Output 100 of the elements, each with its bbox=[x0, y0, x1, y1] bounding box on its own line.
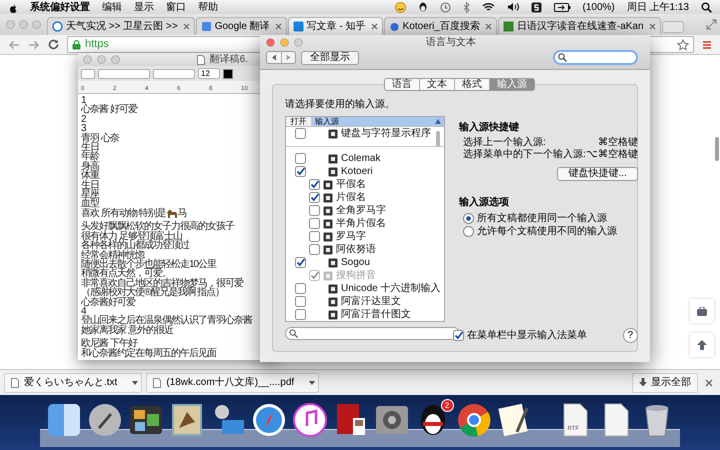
text-line: 青羽 心奈 bbox=[81, 134, 120, 144]
text-color-swatch[interactable] bbox=[223, 68, 233, 78]
menu-item[interactable]: 编辑 bbox=[102, 0, 122, 14]
close-icon[interactable] bbox=[648, 23, 656, 30]
list-item[interactable]: 键盘与字符显示程序 bbox=[286, 127, 444, 140]
volume-icon[interactable] bbox=[506, 2, 518, 12]
radio-button[interactable] bbox=[463, 213, 474, 224]
document-icon bbox=[196, 54, 205, 64]
text-line: 4 bbox=[81, 306, 86, 316]
section-title: 输入源选项 bbox=[458, 196, 510, 210]
column-header[interactable]: 打开 bbox=[286, 117, 312, 126]
checkbox-option[interactable]: 在菜单栏中显示输入法菜单 ? bbox=[453, 328, 638, 343]
browser-icon[interactable] bbox=[456, 402, 492, 438]
radio-button[interactable] bbox=[463, 226, 474, 237]
checkbox[interactable] bbox=[295, 296, 306, 307]
browser-tab[interactable]: 写文章 - 知乎 bbox=[288, 17, 383, 35]
back-to-top-button[interactable] bbox=[690, 333, 714, 357]
list-item[interactable]: 阿依努语 bbox=[286, 243, 444, 256]
text-line: 体重 bbox=[81, 171, 100, 181]
browser-tab[interactable]: Google 翻译 bbox=[196, 17, 287, 35]
close-icon[interactable] bbox=[484, 23, 492, 30]
search-field[interactable] bbox=[553, 50, 638, 65]
close-icon[interactable] bbox=[182, 23, 190, 30]
input-method-icon[interactable] bbox=[530, 2, 542, 12]
download-item[interactable]: 爱くらいちゃんと.txt bbox=[4, 372, 142, 392]
checkbox[interactable] bbox=[295, 153, 306, 164]
checkbox[interactable] bbox=[309, 218, 320, 229]
download-item[interactable]: (18wk.com十八文库)__....pdf bbox=[146, 372, 320, 392]
bookmark-star-icon[interactable] bbox=[677, 38, 689, 50]
scrollbar-thumb[interactable] bbox=[436, 131, 440, 147]
radio-option[interactable]: 所有文稿都使用同一个输入源 bbox=[453, 212, 638, 225]
checkbox[interactable] bbox=[309, 244, 320, 255]
list-item[interactable]: 罗马字 bbox=[286, 230, 444, 243]
list-item[interactable]: 阿富汗达里文 bbox=[286, 295, 444, 308]
menu-item[interactable]: 窗口 bbox=[166, 0, 186, 14]
list-item[interactable]: 片假名 bbox=[286, 191, 444, 204]
list-item[interactable]: 阿富汗普什图文 bbox=[286, 308, 444, 321]
wifi-icon[interactable] bbox=[482, 2, 494, 12]
checkbox[interactable] bbox=[309, 205, 320, 216]
music-note-icon[interactable] bbox=[292, 402, 328, 438]
browser-tab[interactable]: Kotoeri_百度搜索 bbox=[384, 17, 497, 35]
radio-option[interactable]: 允许每个文稿使用不同的输入源 bbox=[453, 225, 638, 238]
list-item[interactable]: Unicode 十六进制输入 bbox=[286, 282, 444, 295]
list-item[interactable]: 平假名 bbox=[286, 178, 444, 191]
keyboard-shortcuts-button[interactable]: 键盘快捷键... bbox=[557, 167, 638, 181]
checkbox[interactable] bbox=[295, 166, 306, 177]
close-icon[interactable] bbox=[705, 378, 713, 386]
shortcut-label: 选择上一个输入源: bbox=[463, 137, 546, 148]
checkbox[interactable] bbox=[309, 231, 320, 242]
back-forward-control[interactable] bbox=[266, 51, 296, 64]
text-line: 她家离我家 意外的很近 bbox=[81, 326, 174, 336]
briefcase-button[interactable] bbox=[690, 299, 714, 323]
search-icon[interactable] bbox=[701, 2, 712, 12]
column-header[interactable]: 输入源 bbox=[312, 117, 444, 126]
text-line: 各种各样的山都成功登顶过 bbox=[81, 241, 190, 250]
list-item[interactable]: Kotoeri bbox=[286, 165, 444, 178]
list-item[interactable]: 半角片假名 bbox=[286, 217, 444, 230]
menu-item[interactable]: 系统偏好设置 bbox=[30, 0, 90, 14]
list-item[interactable]: Sogou bbox=[286, 256, 444, 269]
checkbox[interactable] bbox=[295, 309, 306, 320]
list-item[interactable]: 全角罗马字 bbox=[286, 204, 444, 217]
search-field[interactable] bbox=[285, 327, 460, 340]
notification-badge: 2 bbox=[440, 398, 454, 412]
browser-tab[interactable]: 日语汉字读音在线速查-aKan bbox=[498, 17, 661, 35]
tab[interactable]: 语言 bbox=[385, 79, 419, 90]
menu-icon[interactable] bbox=[702, 40, 712, 50]
text-line: 生日 bbox=[81, 180, 99, 190]
fullscreen-icon[interactable] bbox=[706, 19, 717, 30]
checkbox[interactable] bbox=[309, 192, 320, 203]
text-line: 心奈酱好可爱 bbox=[81, 298, 136, 307]
font-size-field[interactable]: 12 bbox=[198, 68, 220, 79]
smiley-icon[interactable] bbox=[394, 2, 406, 12]
dropdown-arrow-icon[interactable] bbox=[309, 380, 316, 384]
scrollbar-thumb[interactable] bbox=[715, 137, 719, 161]
close-icon[interactable] bbox=[274, 23, 282, 30]
show-all-button[interactable]: 显示全部 bbox=[632, 372, 698, 392]
checkbox[interactable] bbox=[295, 257, 306, 268]
checkbox[interactable] bbox=[295, 283, 306, 294]
dropdown-arrow-icon[interactable] bbox=[132, 380, 138, 384]
battery-icon[interactable] bbox=[554, 2, 570, 12]
text-line: 身高 bbox=[81, 162, 100, 172]
tab[interactable]: 文本 bbox=[419, 79, 454, 90]
show-all-button[interactable]: 全部显示 bbox=[301, 50, 359, 64]
checkbox[interactable] bbox=[295, 128, 306, 139]
checkbox[interactable] bbox=[309, 179, 320, 190]
file-icon bbox=[153, 378, 162, 388]
menu-item[interactable]: 帮助 bbox=[198, 0, 218, 14]
compass-icon[interactable] bbox=[250, 402, 286, 438]
list-item[interactable]: Colemak bbox=[286, 152, 444, 165]
text-line: 心奈酱 好可爱 bbox=[81, 105, 138, 115]
apple-logo-icon[interactable] bbox=[8, 2, 18, 12]
close-icon[interactable] bbox=[370, 23, 378, 30]
menu-item[interactable]: 显示 bbox=[134, 0, 154, 14]
browser-tab[interactable]: 天气实况 >> 卫星云图 >> bbox=[47, 17, 195, 35]
help-button[interactable]: ? bbox=[622, 328, 638, 343]
clock-icon[interactable] bbox=[440, 2, 450, 12]
checkbox[interactable] bbox=[453, 330, 464, 341]
menu-clock[interactable]: 周日 上午1:13 bbox=[626, 0, 689, 14]
reload-icon[interactable] bbox=[48, 39, 59, 50]
bluetooth-icon[interactable] bbox=[462, 2, 470, 12]
